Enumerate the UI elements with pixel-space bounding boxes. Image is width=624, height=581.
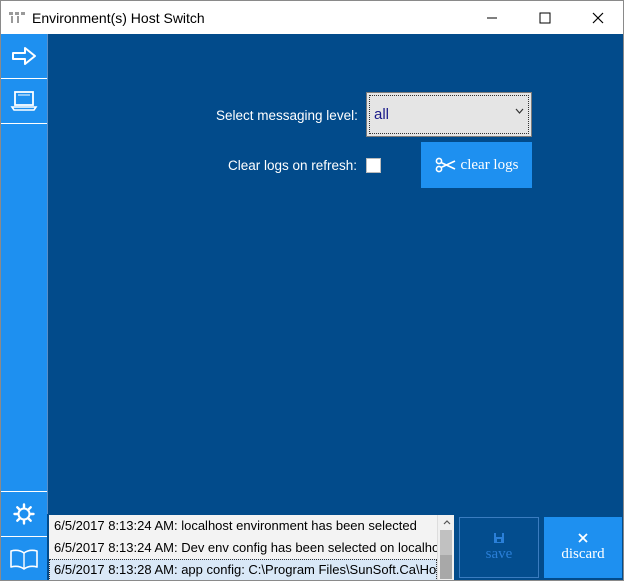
clear-logs-on-refresh-label: Clear logs on refresh: [228,158,358,173]
clear-logs-label: clear logs [460,156,519,173]
gear-icon [13,503,35,525]
window-title: Environment(s) Host Switch [32,10,205,26]
log-list[interactable]: 6/5/2017 8:13:24 AM: localhost environme… [49,515,437,580]
save-label: save [485,546,513,562]
chevron-down-icon [515,108,524,114]
sidebar-item-docs[interactable] [1,537,47,581]
title-bar[interactable]: Environment(s) Host Switch [1,1,623,34]
sidebar-divider [1,123,47,124]
close-x-icon [578,533,588,543]
discard-label: discard [561,546,605,562]
clear-logs-button[interactable]: clear logs [421,142,532,188]
log-scrollbar[interactable] [437,515,454,580]
chevron-up-icon [443,520,450,525]
scissors-icon [435,157,455,173]
bottom-bar: 6/5/2017 8:13:24 AM: localhost environme… [47,514,623,580]
close-button[interactable] [575,1,621,34]
scroll-thumb[interactable] [440,555,452,579]
sidebar [1,34,47,580]
sidebar-item-switch[interactable] [1,34,47,78]
save-icon [494,533,504,543]
messaging-level-value: all [374,106,390,123]
clear-logs-on-refresh-checkbox[interactable] [366,158,381,173]
messaging-level-select[interactable]: all [366,92,532,137]
laptop-icon [10,91,38,111]
sidebar-item-hosts[interactable] [1,79,47,123]
scroll-track[interactable] [440,530,452,555]
arrow-right-icon [12,47,36,65]
book-icon [10,549,38,570]
log-entry[interactable]: 6/5/2017 8:13:24 AM: Dev env config has … [49,537,437,559]
scroll-up-button[interactable] [438,515,455,530]
log-entry[interactable]: 6/5/2017 8:13:24 AM: localhost environme… [49,515,437,537]
minimize-icon [487,17,497,18]
save-button[interactable]: save [459,517,539,578]
sidebar-item-settings[interactable] [1,492,47,536]
app-window: Environment(s) Host Switch Select messag… [0,0,624,581]
settings-panel: Select messaging level: all Clear logs o… [47,34,623,514]
maximize-button[interactable] [522,1,568,34]
messaging-level-label: Select messaging level: [216,108,358,123]
maximize-icon [539,12,551,23]
close-icon [592,12,604,23]
discard-button[interactable]: discard [544,517,622,578]
app-icon [9,12,25,23]
log-entry-selected[interactable]: 6/5/2017 8:13:28 AM: app config: C:\Prog… [49,559,437,580]
minimize-button[interactable] [469,1,515,34]
